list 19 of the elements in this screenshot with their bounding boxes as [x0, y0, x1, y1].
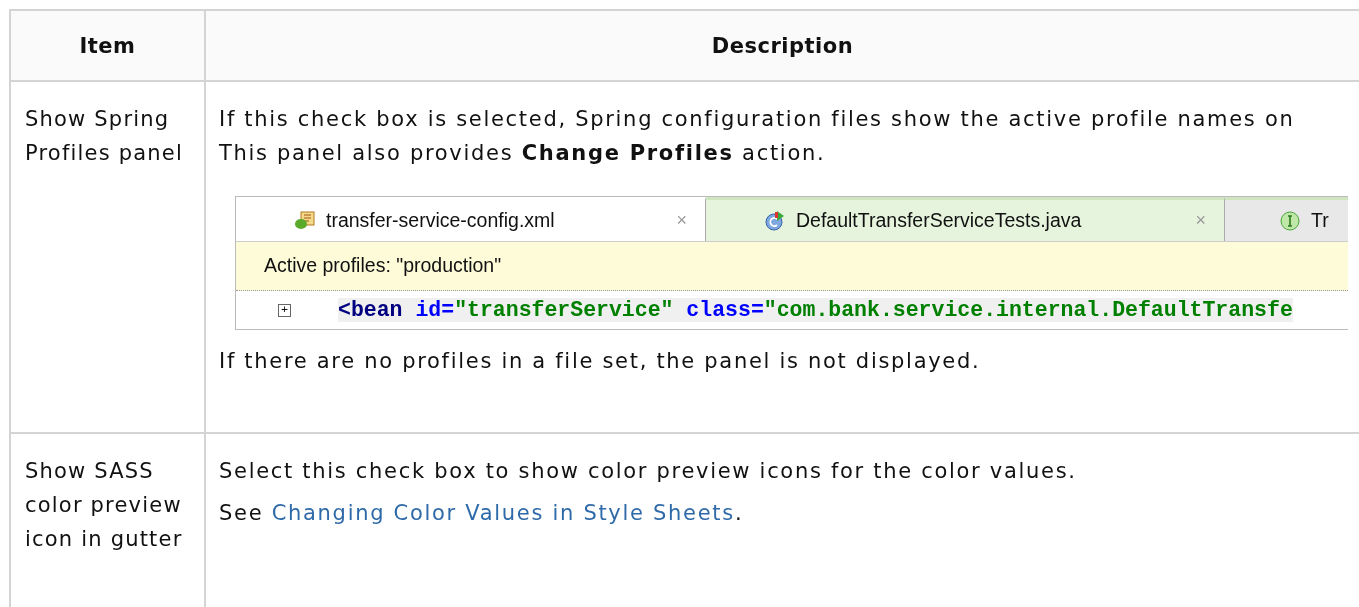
- description-text: If there are no profiles in a file set, the panel is not displayed.: [219, 348, 982, 375]
- interface-file-icon: [1279, 209, 1301, 232]
- description-text: This panel also provides Change Profiles action.: [219, 140, 827, 167]
- item-name: Show SASS color preview icon in gutter: [25, 458, 184, 553]
- column-header: Item: [10, 10, 205, 81]
- editor-tab[interactable]: transfer-service-config.xml ×: [236, 197, 706, 241]
- description-text: Select this check box to show color preview icons for the color values.: [219, 458, 1078, 485]
- item-name: Show Spring Profiles panel: [25, 106, 184, 167]
- description-text: .: [734, 501, 744, 525]
- spring-xml-file-icon: [294, 210, 316, 231]
- editor-tab[interactable]: DefaultTransferServiceTests.java ×: [706, 197, 1225, 241]
- editor-tab[interactable]: Tr: [1225, 197, 1348, 241]
- profiles-banner: Active profiles: "production": [236, 241, 1348, 291]
- description-text: See: [219, 501, 265, 525]
- expand-toggle[interactable]: +: [278, 303, 291, 317]
- description-text: If this check box is selected, Spring configuration files show the active profile names on: [219, 106, 1296, 133]
- column-header: Description: [205, 10, 1359, 81]
- class-file-icon: [764, 209, 786, 232]
- help-link[interactable]: Changing Color Values in Style Sheets: [271, 501, 735, 525]
